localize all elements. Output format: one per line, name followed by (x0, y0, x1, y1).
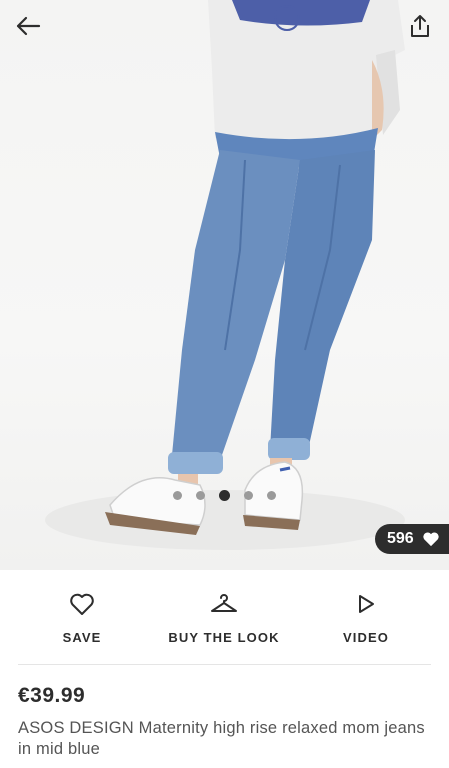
pagination-dot[interactable] (196, 491, 205, 500)
pagination-dot[interactable] (244, 491, 253, 500)
heart-filled-icon (423, 532, 439, 547)
back-button[interactable] (8, 6, 48, 46)
gallery-pagination[interactable] (0, 490, 449, 501)
buy-the-look-button[interactable]: BUY THE LOOK (149, 588, 299, 645)
product-image-gallery[interactable]: 596 (0, 0, 449, 570)
pagination-dot[interactable] (267, 491, 276, 500)
save-button[interactable]: SAVE (7, 588, 157, 645)
heart-outline-icon (70, 593, 94, 615)
video-label: VIDEO (343, 630, 389, 645)
share-button[interactable] (400, 6, 440, 46)
pagination-dot[interactable] (173, 491, 182, 500)
arrow-left-icon (16, 16, 41, 36)
play-outline-icon (359, 595, 374, 613)
likes-count: 596 (387, 530, 414, 547)
save-label: SAVE (62, 630, 102, 645)
product-price: €39.99 (18, 684, 86, 707)
product-photo (45, 0, 405, 550)
product-title: ASOS DESIGN Maternity high rise relaxed … (18, 719, 425, 758)
share-icon (411, 15, 429, 37)
hanger-icon (211, 594, 237, 612)
section-divider (18, 664, 431, 665)
product-actions: SAVE BUY THE LOOK VIDEO (0, 588, 449, 658)
buy-the-look-label: BUY THE LOOK (168, 630, 280, 645)
likes-badge[interactable]: 596 (375, 524, 449, 554)
pagination-dot-active[interactable] (219, 490, 230, 501)
video-button[interactable]: VIDEO (291, 588, 441, 645)
